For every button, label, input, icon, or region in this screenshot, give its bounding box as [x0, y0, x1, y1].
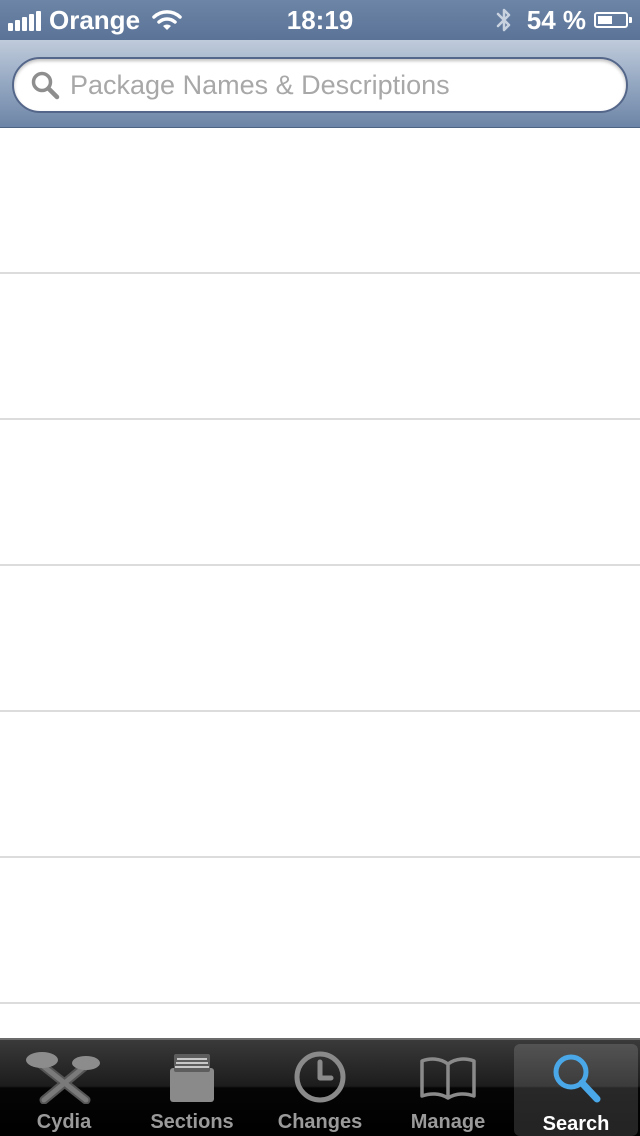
- status-bar: Orange 18:19 54 %: [0, 0, 640, 40]
- list-item: [0, 566, 640, 712]
- battery-percentage: 54 %: [526, 4, 586, 35]
- bluetooth-icon: [496, 8, 510, 32]
- search-input[interactable]: [70, 69, 590, 101]
- battery-icon: [594, 12, 632, 28]
- search-icon: [31, 71, 60, 100]
- list-item: [0, 1004, 640, 1038]
- search-header: [0, 40, 640, 128]
- tab-label: Changes: [277, 1111, 363, 1133]
- tab-label: Cydia: [36, 1111, 92, 1133]
- tab-changes[interactable]: Changes: [256, 1040, 384, 1136]
- tab-cydia[interactable]: Cydia: [0, 1040, 128, 1136]
- list-item: [0, 128, 640, 274]
- tab-label: Search: [542, 1113, 610, 1135]
- search-icon: [553, 1054, 601, 1103]
- tab-sections[interactable]: Sections: [128, 1040, 256, 1136]
- list-item: [0, 858, 640, 1004]
- battery-level: [598, 16, 612, 24]
- list-item: [0, 420, 640, 566]
- tab-bar: Cydia Sections Changes Manage Search: [0, 1038, 640, 1136]
- clock-icon: [294, 1051, 346, 1103]
- tab-search[interactable]: Search: [514, 1044, 638, 1136]
- list-item: [0, 274, 640, 420]
- status-right: 54 %: [495, 0, 632, 40]
- sections-icon: [170, 1054, 214, 1102]
- tab-label: Manage: [410, 1111, 486, 1133]
- book-icon: [420, 1057, 476, 1100]
- search-field[interactable]: [12, 57, 628, 113]
- package-list: [0, 128, 640, 1038]
- list-item: [0, 712, 640, 858]
- tab-label: Sections: [150, 1111, 234, 1133]
- cydia-icon: [26, 1052, 100, 1104]
- tab-manage[interactable]: Manage: [384, 1040, 512, 1136]
